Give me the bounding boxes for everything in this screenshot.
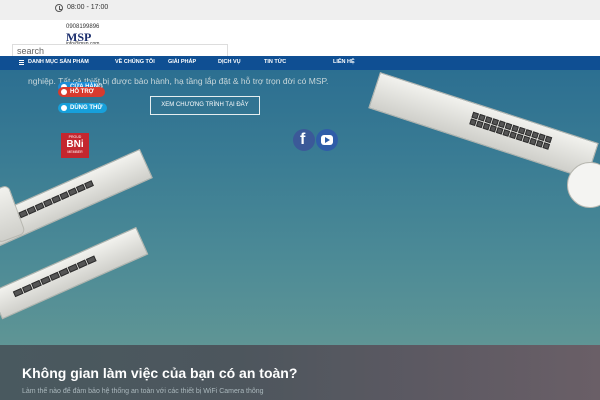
nav-item-about[interactable]: VỀ CHÚNG TÔI <box>115 59 155 65</box>
section-title: Không gian làm việc của bạn có an toàn? <box>22 365 298 381</box>
trial-button[interactable]: DÙNG THỬ <box>58 103 107 113</box>
top-bar: 08:00 - 17:00 <box>0 0 600 20</box>
bni-bottom-text: MEMBER <box>67 150 83 154</box>
view-program-button[interactable]: XEM CHƯƠNG TRÌNH TẠI ĐÂY <box>150 96 260 115</box>
youtube-icon[interactable] <box>316 129 338 151</box>
clock-icon <box>55 4 63 12</box>
gateway-image <box>0 226 149 320</box>
security-section: Không gian làm việc của bạn có an toàn? … <box>0 345 600 400</box>
business-hours: 08:00 - 17:00 <box>67 4 109 11</box>
nav-item-services[interactable]: DỊCH VỤ <box>218 59 241 65</box>
section-subtitle: Làm thế nào để đảm bảo hệ thống an toàn … <box>22 388 264 395</box>
bni-logo-text: BNi <box>66 139 84 150</box>
trial-label: DÙNG THỬ <box>70 105 103 111</box>
nav-item-contact[interactable]: LIÊN HỆ <box>333 59 355 65</box>
support-button[interactable]: HỖ TRỢ <box>58 87 105 97</box>
site-header: MSP 0908199896 info@msp.com search <box>0 20 600 58</box>
hero-text: nghiệp. Tất cả thiết bị được bảo hành, h… <box>28 76 329 86</box>
send-icon <box>61 105 67 111</box>
header-phone[interactable]: 0908199896 <box>66 24 99 30</box>
support-label: HỖ TRỢ <box>70 89 94 95</box>
menu-icon[interactable] <box>19 60 24 65</box>
support-icon <box>61 89 67 95</box>
switch-image <box>368 72 599 180</box>
nav-item-solutions[interactable]: GIẢI PHÁP <box>168 59 196 65</box>
nav-item-products[interactable]: DANH MỤC SẢN PHẨM <box>28 59 89 65</box>
bni-badge[interactable]: PROUD BNi MEMBER <box>61 133 89 158</box>
facebook-icon[interactable] <box>293 129 315 151</box>
main-nav: DANH MỤC SẢN PHẨM VỀ CHÚNG TÔI GIẢI PHÁP… <box>0 56 600 70</box>
wifi-device-image <box>567 162 600 208</box>
nav-item-news[interactable]: TIN TỨC <box>264 59 286 65</box>
